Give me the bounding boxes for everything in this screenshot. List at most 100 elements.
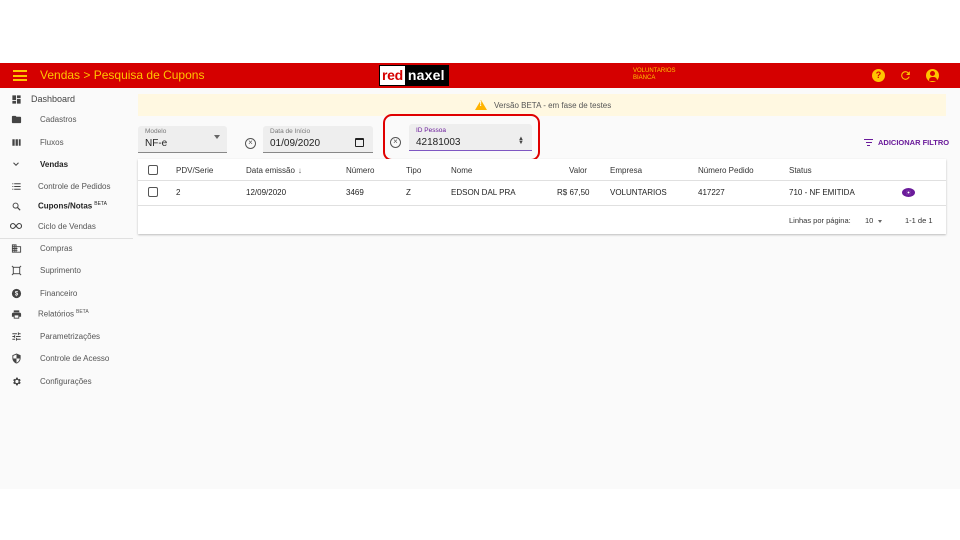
sidebar-item-controle-acesso[interactable]: Controle de Acesso [0, 349, 133, 367]
data-inicio-field[interactable]: Data de Início 01/09/2020 [263, 126, 373, 153]
column-header-nome[interactable]: Nome [451, 166, 472, 175]
column-header-numero[interactable]: Número [346, 166, 374, 175]
sidebar-item-label: Controle de Pedidos [38, 181, 111, 191]
column-header-label: Data emissão [246, 166, 295, 175]
shield-icon [10, 352, 22, 364]
dashboard-icon [10, 93, 22, 105]
help-icon[interactable]: ? [872, 69, 885, 82]
sidebar-item-label: Configurações [40, 376, 92, 386]
calendar-icon[interactable] [355, 138, 364, 147]
data-inicio-label: Data de Início [270, 128, 311, 135]
modelo-label: Modelo [145, 128, 167, 135]
column-header-empresa[interactable]: Empresa [610, 166, 642, 175]
search-document-icon [10, 200, 22, 212]
sidebar-item-relatorios[interactable]: Relatórios BETA [0, 305, 133, 323]
select-all-checkbox[interactable] [148, 165, 158, 175]
beta-banner: Versão BETA - em fase de testes [138, 94, 946, 116]
clear-modelo-filter-icon[interactable]: × [245, 138, 256, 149]
warning-icon [475, 100, 487, 110]
logo-part-red: red [380, 66, 405, 85]
add-filter-button[interactable]: ADICIONAR FILTRO [864, 138, 949, 147]
sidebar-item-ciclo-vendas[interactable]: Ciclo de Vendas [0, 217, 133, 235]
screen: Vendas > Pesquisa de Cupons red naxel VO… [0, 0, 960, 540]
add-filter-label: ADICIONAR FILTRO [878, 138, 950, 147]
sidebar-item-text: Cupons/Notas [38, 201, 93, 211]
chevron-down-icon [10, 158, 22, 170]
sidebar-item-financeiro[interactable]: $ Financeiro [0, 284, 133, 302]
page-title: Vendas > Pesquisa de Cupons [40, 68, 205, 82]
sidebar-item-dashboard[interactable]: Dashboard [0, 90, 133, 108]
sidebar-item-configuracoes[interactable]: Configurações [0, 372, 133, 390]
refresh-icon[interactable] [899, 69, 912, 82]
sidebar-item-cupons-notas[interactable]: Cupons/Notas BETA [0, 197, 133, 215]
column-header-tipo[interactable]: Tipo [406, 166, 421, 175]
sidebar-item-label: Compras [40, 243, 73, 253]
app-window: Vendas > Pesquisa de Cupons red naxel VO… [0, 63, 960, 489]
rows-per-page-select[interactable]: 10 [865, 216, 873, 225]
column-header-pdv-serie[interactable]: PDV/Serie [176, 166, 213, 175]
sidebar-item-label: Parametrizações [40, 331, 101, 341]
gear-icon [10, 375, 22, 387]
beta-badge: BETA [76, 309, 89, 316]
row-divider [138, 205, 946, 206]
logo-part-naxel: naxel [404, 66, 448, 85]
sort-arrow-icon: ↓ [297, 166, 302, 175]
sidebar: Dashboard Cadastros Fluxos Vendas Contro… [0, 88, 133, 489]
printer-icon [10, 308, 22, 320]
cell-empresa: VOLUNTARIOS [610, 188, 667, 197]
top-bar: Vendas > Pesquisa de Cupons red naxel VO… [0, 63, 960, 88]
cell-valor: R$ 67,50 [557, 188, 590, 197]
sidebar-item-label: Vendas [40, 159, 69, 169]
beta-banner-text: Versão BETA - em fase de testes [494, 101, 612, 110]
rows-per-page-label: Linhas por página: [789, 216, 851, 225]
view-eye-icon[interactable] [902, 188, 915, 197]
sidebar-item-label: Financeiro [40, 288, 78, 298]
modelo-value: NF-e [145, 138, 168, 149]
sidebar-item-compras[interactable]: Compras [0, 239, 133, 257]
sidebar-item-label: Relatórios BETA [38, 309, 89, 319]
sidebar-item-fluxos[interactable]: Fluxos [0, 133, 133, 151]
columns-icon [10, 136, 22, 148]
highlight-annotation [383, 114, 540, 161]
organization-info: VOLUNTARIOS BIANCA [633, 68, 676, 82]
menu-icon[interactable] [13, 70, 27, 81]
header-divider [138, 180, 946, 181]
folder-icon [10, 113, 22, 125]
cell-numero: 3469 [346, 188, 364, 197]
cell-tipo: Z [406, 188, 411, 197]
column-header-numero-pedido[interactable]: Número Pedido [698, 166, 754, 175]
sidebar-item-label: Fluxos [40, 137, 64, 147]
rednaxel-logo: red naxel [379, 65, 449, 86]
sidebar-item-parametrizacoes[interactable]: Parametrizações [0, 327, 133, 345]
data-inicio-value: 01/09/2020 [270, 138, 321, 149]
cell-nome: EDSON DAL PRA [451, 188, 516, 197]
rows-per-page-caret-icon[interactable] [878, 220, 882, 223]
building-icon [10, 242, 22, 254]
dropdown-caret-icon [214, 135, 220, 139]
cell-status: 710 - NF EMITIDA [789, 188, 855, 197]
crop-icon [10, 264, 22, 276]
infinity-icon [10, 220, 22, 232]
column-header-data-emissao[interactable]: Data emissão ↓ [246, 166, 302, 175]
pagination-range: 1-1 de 1 [905, 216, 933, 225]
sidebar-item-cadastros[interactable]: Cadastros [0, 110, 133, 128]
dollar-icon: $ [10, 287, 22, 299]
column-header-status[interactable]: Status [789, 166, 812, 175]
sidebar-item-label: Dashboard [31, 94, 76, 104]
modelo-select[interactable]: Modelo NF-e [138, 126, 227, 153]
sidebar-item-label: Ciclo de Vendas [38, 221, 96, 231]
column-header-valor[interactable]: Valor [569, 166, 587, 175]
sidebar-item-controle-pedidos[interactable]: Controle de Pedidos [0, 177, 133, 195]
beta-badge: BETA [94, 201, 107, 208]
cell-data-emissao: 12/09/2020 [246, 188, 287, 197]
row-checkbox[interactable] [148, 187, 158, 197]
tune-icon [10, 330, 22, 342]
sidebar-item-text: Relatórios [38, 309, 75, 319]
sidebar-item-label: Controle de Acesso [40, 353, 110, 363]
sidebar-item-suprimento[interactable]: Suprimento [0, 261, 133, 279]
sidebar-item-label: Cupons/Notas BETA [38, 201, 107, 211]
account-icon[interactable] [926, 69, 939, 82]
list-icon [10, 180, 22, 192]
cupons-table: PDV/Serie Data emissão ↓ Número Tipo Nome… [138, 159, 946, 234]
sidebar-item-vendas[interactable]: Vendas [0, 155, 133, 173]
